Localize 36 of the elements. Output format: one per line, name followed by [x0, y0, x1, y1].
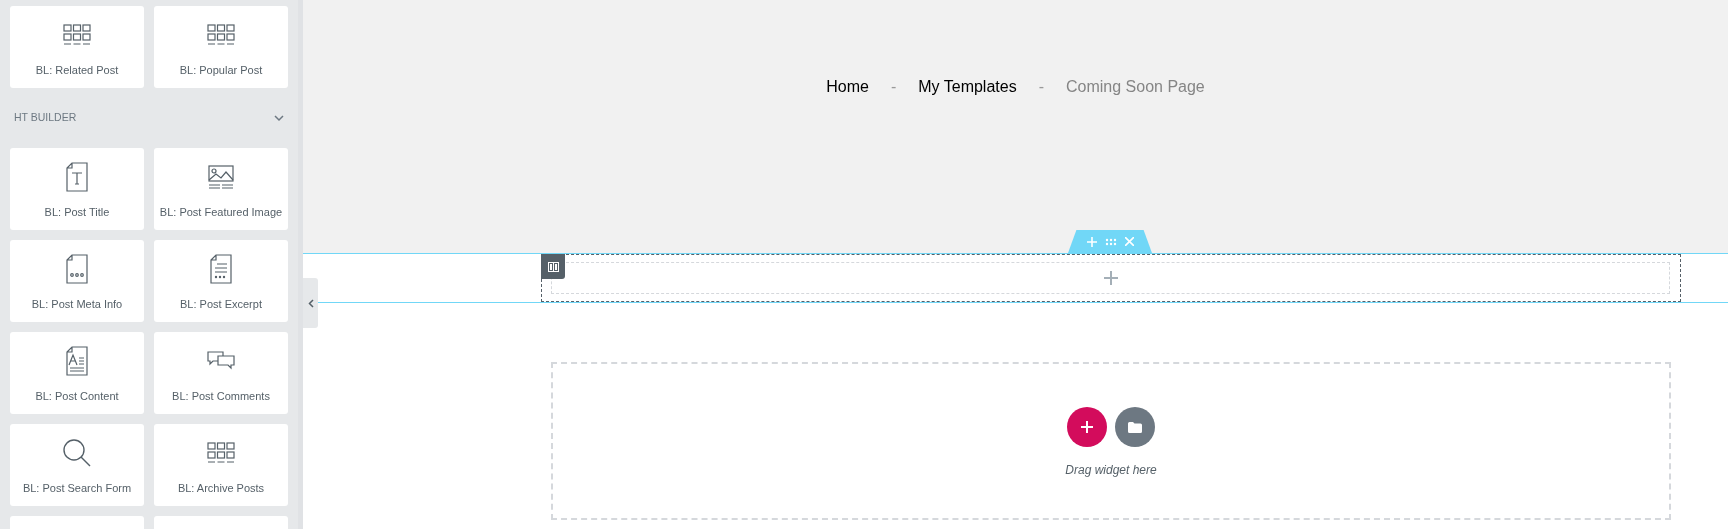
widget-card[interactable]: BL: Post Content [10, 332, 144, 414]
chevron-icon[interactable] [274, 115, 284, 123]
drop-area[interactable]: Drag widget here [551, 362, 1671, 520]
plus-icon [1081, 421, 1093, 433]
widget-card[interactable]: BL: Post Excerpt [154, 240, 288, 322]
widget-card[interactable]: BL: Post Search Form [10, 424, 144, 506]
breadcrumb-separator: - [1038, 77, 1044, 97]
document-icon [65, 162, 89, 192]
chevron-left-icon [307, 298, 314, 308]
image-icon [207, 162, 235, 192]
widget-card[interactable]: BL: Related Post [10, 6, 144, 88]
breadcrumb-separator: - [890, 77, 897, 97]
add-section-button[interactable] [1067, 407, 1107, 447]
drop-hint: Drag widget here [1065, 462, 1157, 479]
widget-card[interactable]: BL: Archive Posts [154, 424, 288, 506]
add-icon[interactable] [1103, 271, 1118, 285]
widget-card[interactable]: BL: Post Comments [154, 332, 288, 414]
folder-icon [1128, 421, 1142, 433]
search-icon [62, 438, 92, 468]
column-handle[interactable] [541, 254, 565, 279]
document-icon [65, 346, 89, 376]
section[interactable] [303, 253, 1728, 303]
close-icon[interactable] [1124, 237, 1134, 246]
widget-card[interactable]: BL: Post Meta Info [10, 240, 144, 322]
widget-card[interactable]: BL: Post Title [10, 148, 144, 230]
collapse-panel-button[interactable] [303, 278, 318, 328]
document-icon [65, 254, 89, 284]
breadcrumb-link[interactable]: Home [826, 75, 869, 97]
template-library-button[interactable] [1115, 407, 1155, 447]
column[interactable] [541, 254, 1681, 302]
drag-handle-icon[interactable] [1104, 237, 1117, 246]
widget-card[interactable]: BL: Post Featured Image [154, 148, 288, 230]
widget-card[interactable]: BL: Popular Post [154, 6, 288, 88]
breadcrumb-link[interactable]: My Templates [918, 75, 1017, 97]
document-icon [209, 254, 233, 284]
category-title[interactable]: HT BUILDER [14, 110, 77, 126]
